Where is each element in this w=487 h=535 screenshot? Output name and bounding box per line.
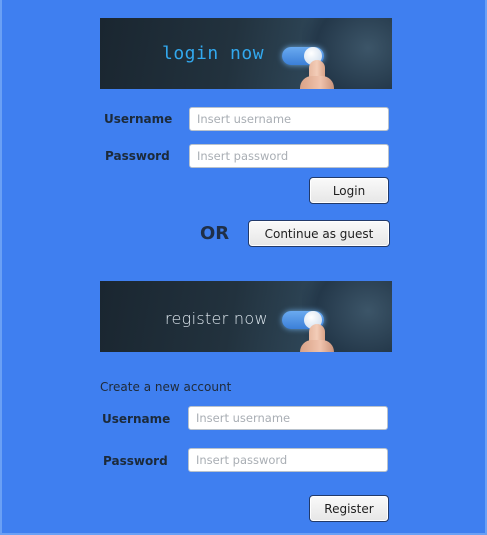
- continue-as-guest-button[interactable]: Continue as guest: [248, 220, 390, 247]
- register-username-label: Username: [102, 412, 171, 426]
- hand-icon: [300, 76, 334, 89]
- login-button[interactable]: Login: [309, 177, 389, 204]
- register-password-label: Password: [103, 454, 168, 468]
- login-password-input[interactable]: [189, 144, 389, 168]
- create-account-caption: Create a new account: [100, 380, 232, 394]
- login-banner: login now: [100, 18, 392, 89]
- login-banner-text: login now: [162, 43, 265, 64]
- login-username-input[interactable]: [189, 107, 389, 131]
- register-password-input[interactable]: [188, 448, 388, 472]
- register-username-input[interactable]: [188, 406, 388, 430]
- register-button[interactable]: Register: [309, 495, 389, 522]
- login-password-label: Password: [105, 149, 170, 163]
- register-banner-text: register now: [165, 309, 268, 328]
- register-banner: register now: [100, 281, 392, 352]
- window-border-left: [0, 0, 2, 535]
- hand-icon: [300, 340, 334, 352]
- or-separator: OR: [200, 223, 230, 244]
- login-username-label: Username: [104, 112, 173, 126]
